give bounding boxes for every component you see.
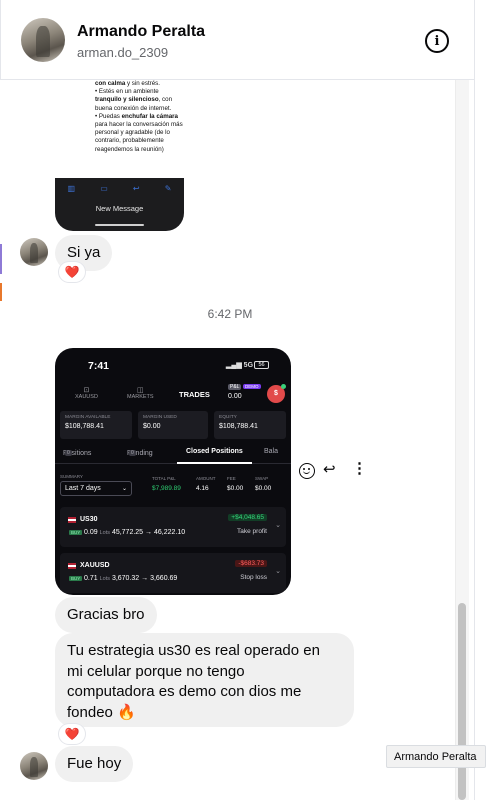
demo-badge: DEMO	[243, 384, 261, 389]
us-flag-icon	[68, 517, 76, 523]
app-nav: ⊡ XAUUSD ◫ MARKETS TRADES P&L DEMO 0.00 $	[55, 384, 291, 410]
contact-name[interactable]: Armando Peralta	[77, 23, 205, 41]
period-select: Last 7 days ⌄	[60, 481, 132, 496]
pnl-value: 0.00	[228, 393, 242, 400]
fee-value: $0.00	[227, 485, 244, 492]
more-icon[interactable]: ⋮	[352, 459, 367, 477]
phone-clock: 7:41	[88, 360, 110, 372]
message-line: computadora es demo con dios me	[67, 683, 302, 700]
metric-value: $108,788.41	[219, 423, 258, 430]
note-line: para hacer la conversación más	[95, 121, 183, 129]
trade-symbol: US30	[80, 516, 98, 523]
info-icon[interactable]: i	[425, 29, 449, 53]
metric-margin-available: MARGIN AVAILABLE $108,788.41	[60, 411, 132, 439]
note-line: personal y agradable (de lo	[95, 129, 170, 137]
message-hover-actions: ↩ ⋮	[299, 460, 367, 482]
chevron-down-icon: ⌄	[275, 568, 281, 575]
shared-image-trades[interactable]: 7:41 ▂▄▆ 5G 56 ⊡ XAUUSD ◫ MARKETS TRADES P…	[55, 348, 291, 595]
scrollbar-thumb[interactable]	[458, 603, 466, 800]
heart-reaction[interactable]: ❤️	[59, 724, 85, 744]
trade-pnl: -$683.73	[235, 560, 267, 567]
metric-margin-used: MARGIN USED $0.00	[138, 411, 208, 439]
message-bubble[interactable]: Fue hoy	[55, 746, 134, 782]
note-line: tranquilo y silencioso, con	[95, 96, 173, 104]
note-line: buena conexión de internet.	[95, 104, 172, 112]
trade-side-badge: BUY	[69, 530, 83, 535]
metric-label: EQUITY	[219, 415, 237, 420]
trade-symbol: XAUUSD	[80, 562, 110, 569]
note-text: con calma y sin estrés. • Estés en un am…	[95, 80, 184, 154]
metric-equity: EQUITY $108,788.41	[214, 411, 286, 439]
sender-avatar[interactable]	[20, 752, 48, 780]
fee-label: FEE	[227, 476, 236, 481]
total-pnl-label: TOTAL P&L	[152, 476, 176, 481]
message-bubble[interactable]: Gracias bro	[55, 597, 157, 633]
metric-value: $108,788.41	[65, 423, 104, 430]
chevron-down-icon: ⌄	[275, 522, 281, 529]
trade-lots: 0.71 Lots 3,670.32 → 3,660.69	[84, 575, 178, 582]
message-line: mi celular porque no tengo	[67, 662, 245, 680]
trade-lots: 0.09 Lots 45,772.25 → 46,222.10	[84, 529, 186, 536]
trade-close-reason: Take profit	[237, 528, 267, 535]
name-tooltip: Armando Peralta	[386, 745, 486, 768]
nav-tab-trades: TRADES	[179, 390, 210, 399]
compose-icon: ✎	[164, 184, 172, 193]
message-line: fondeo 🔥	[67, 703, 136, 721]
signal-indicator: ▂▄▆ 5G	[226, 362, 254, 369]
trade-row: XAUUSD BUY 0.71 Lots 3,670.32 → 3,660.69…	[60, 553, 286, 593]
trade-tabs: Positions 0 Pending 0 Closed Positions Bal…	[55, 446, 291, 464]
message-bubble[interactable]: Tu estrategia us30 es real operado en mi…	[55, 633, 354, 727]
phone-toolbar-icons: ▥ ▭ ↩ ✎	[55, 184, 184, 193]
tab-balance: Bala	[264, 448, 279, 455]
us-flag-icon	[68, 563, 76, 569]
tab-closed-positions: Closed Positions	[186, 448, 243, 455]
right-panel-edge	[474, 0, 487, 800]
metric-label: MARGIN AVAILABLE	[65, 415, 111, 420]
summary-label: SUMMARY	[60, 474, 83, 479]
markets-icon: ◫	[136, 387, 144, 394]
timestamp-separator: 6:42 PM	[207, 307, 253, 321]
metric-value: $0.00	[143, 423, 161, 430]
reply-arrow-icon: ↩	[132, 184, 140, 193]
active-tab-underline	[177, 462, 252, 464]
home-indicator	[95, 224, 144, 226]
total-pnl-value: $7,989.89	[152, 485, 181, 492]
trade-side-badge: BUY	[69, 576, 83, 581]
contact-avatar[interactable]	[21, 18, 65, 62]
account-avatar: $	[267, 384, 286, 403]
note-line: contrario, probablemente	[95, 137, 164, 145]
chart-icon: ⊡	[83, 387, 90, 394]
note-line: • Estés en un ambiente	[95, 88, 159, 96]
note-line: • Puedas enchufar la cámara	[95, 112, 178, 120]
swap-value: $0.00	[255, 485, 272, 492]
message-line: Tu estrategia us30 es real operado en	[67, 642, 320, 659]
conversation-header: Armando Peralta arman.do_2309 i	[0, 0, 474, 80]
heart-reaction[interactable]: ❤️	[59, 262, 85, 282]
reply-icon[interactable]: ↩	[323, 460, 336, 478]
new-message-label: New Message	[95, 204, 144, 213]
amount-label: AMOUNT	[196, 476, 216, 481]
contact-username: arman.do_2309	[77, 45, 169, 60]
trash-icon: ▥	[67, 184, 76, 193]
nav-tab-xauusd: ⊡ XAUUSD	[75, 387, 98, 400]
sender-avatar[interactable]	[20, 238, 48, 266]
left-edge-accent-purple	[0, 244, 2, 274]
left-edge-accent-orange	[0, 283, 2, 301]
battery-icon: 56	[254, 361, 269, 369]
smile-icon[interactable]	[299, 463, 315, 479]
nav-tab-markets: ◫ MARKETS	[127, 387, 154, 400]
shared-image-note[interactable]: con calma y sin estrés. • Estés en un am…	[55, 80, 184, 231]
swap-label: SWAP	[255, 476, 269, 481]
amount-value: 4.16	[196, 485, 209, 492]
metric-label: MARGIN USED	[143, 415, 177, 420]
pnl-badge: P&L	[228, 384, 242, 390]
note-line: con calma y sin estrés.	[95, 80, 160, 87]
chevron-down-icon: ⌄	[121, 486, 127, 492]
note-line: reagendemos la reunión)	[95, 145, 164, 153]
folder-icon: ▭	[100, 184, 108, 193]
trade-row: US30 BUY 0.09 Lots 45,772.25 → 46,222.10…	[60, 507, 286, 547]
trade-pnl: +$4,048.65	[228, 514, 267, 521]
trade-close-reason: Stop loss	[240, 574, 267, 581]
